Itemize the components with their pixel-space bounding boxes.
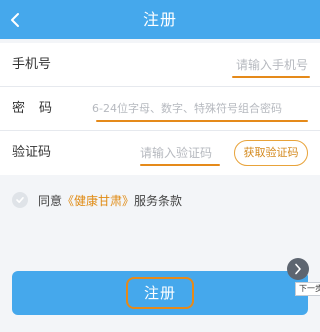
phone-input[interactable] xyxy=(148,55,308,75)
register-button-label: 注册 xyxy=(126,277,194,309)
password-underline xyxy=(96,120,308,122)
code-underline xyxy=(140,164,220,166)
code-row: 验证码 获取验证码 xyxy=(0,131,320,175)
get-code-button[interactable]: 获取验证码 xyxy=(234,140,308,166)
chevron-right-icon xyxy=(295,263,301,275)
password-row: 密码 xyxy=(0,87,320,131)
check-circle-icon[interactable] xyxy=(12,192,28,208)
phone-row: 手机号 xyxy=(0,43,320,87)
register-button[interactable]: 注册 xyxy=(12,271,308,315)
agreement-link[interactable]: 《健康甘肃》 xyxy=(62,192,134,209)
app-header: 注册 xyxy=(0,0,320,39)
code-label: 验证码 xyxy=(12,145,52,160)
next-tooltip: 下一步 xyxy=(295,282,320,296)
phone-label: 手机号 xyxy=(12,57,52,72)
password-input[interactable] xyxy=(92,99,312,119)
register-form: 手机号 密码 验证码 获取验证码 xyxy=(0,43,320,175)
agreement-suffix: 服务条款 xyxy=(134,193,183,208)
page-title: 注册 xyxy=(142,10,177,29)
agreement-prefix: 同意 xyxy=(38,193,63,208)
password-label: 密码 xyxy=(12,101,67,116)
next-float-button[interactable] xyxy=(287,258,309,280)
code-input[interactable] xyxy=(140,143,220,163)
phone-underline xyxy=(232,76,310,78)
agreement-row[interactable]: 同意 《健康甘肃》 服务条款 xyxy=(12,190,182,210)
